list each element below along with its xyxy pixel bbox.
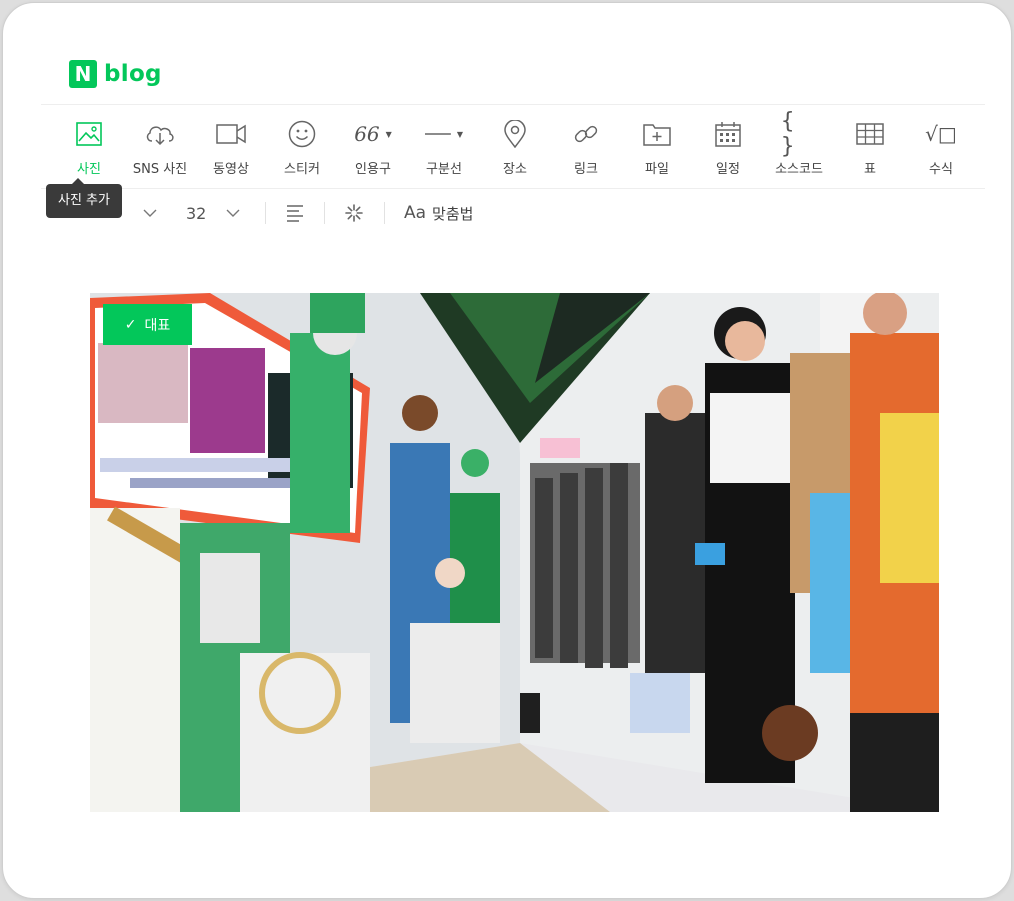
quote-icon: 66 ▼ <box>354 119 392 149</box>
format-separator <box>324 202 325 224</box>
chevron-down-icon: ▼ <box>385 129 392 139</box>
location-pin-icon <box>504 119 526 149</box>
format-separator <box>265 202 266 224</box>
font-dropdown-caret[interactable] <box>143 199 157 227</box>
toolbar-label: 수식 <box>929 162 953 177</box>
special-char-button[interactable] <box>344 199 364 227</box>
formula-glyph: √□ <box>925 122 957 146</box>
asterisk-icon <box>345 204 363 222</box>
spellcheck-button[interactable]: Aa 맞춤법 <box>404 199 473 227</box>
chevron-down-icon <box>226 209 240 217</box>
component-toolbar: 사진 SNS 사진 동영상 스티커 66 ▼ 인용구 ▼ 구분선 장소 링크 파… <box>53 109 973 179</box>
spellcheck-icon: Aa <box>404 203 427 223</box>
link-icon <box>572 119 600 149</box>
align-button[interactable] <box>286 199 304 227</box>
quote-glyph: 66 <box>354 122 380 146</box>
video-camera-icon <box>216 119 246 149</box>
smiley-icon <box>288 119 316 149</box>
photo-image <box>90 293 939 812</box>
photo-tooltip: 사진 추가 <box>46 178 122 218</box>
font-size-value: 32 <box>186 203 207 223</box>
cloud-download-icon <box>144 119 176 149</box>
representative-badge[interactable]: ✓ 대표 <box>103 304 192 345</box>
align-left-icon <box>287 205 303 222</box>
representative-label: 대표 <box>144 317 171 334</box>
code-braces-icon: { } <box>781 109 817 159</box>
naver-blog-logo[interactable]: N blog <box>69 60 162 88</box>
chevron-down-icon: ▼ <box>456 129 464 139</box>
toolbar-formula-button[interactable]: √□ 수식 <box>905 115 977 179</box>
table-grid-icon <box>856 119 884 149</box>
code-glyph: { } <box>781 109 795 159</box>
formula-icon: √□ <box>925 119 957 149</box>
logo-mark: N <box>69 60 97 88</box>
image-icon <box>76 119 102 149</box>
header-divider <box>41 104 985 105</box>
check-icon: ✓ <box>124 316 137 333</box>
uploaded-photo[interactable] <box>90 293 939 812</box>
logo-text: blog <box>104 61 162 87</box>
divider-line-icon: ▼ <box>424 119 464 149</box>
font-size-select[interactable]: 32 <box>186 199 240 227</box>
toolbar-divider <box>41 188 985 189</box>
format-separator <box>384 202 385 224</box>
chevron-down-icon <box>143 209 157 217</box>
calendar-icon <box>715 119 741 149</box>
spellcheck-label: 맞춤법 <box>432 204 474 223</box>
folder-add-icon <box>643 119 671 149</box>
